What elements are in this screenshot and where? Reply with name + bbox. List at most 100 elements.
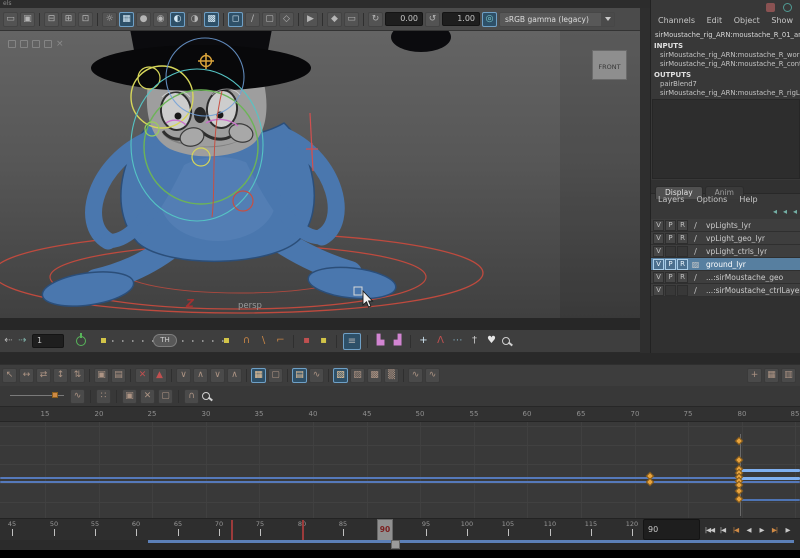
display-density-slider[interactable] — [10, 391, 64, 401]
range-slider[interactable] — [0, 540, 800, 550]
smooth-shade-all-icon[interactable]: ● — [136, 11, 151, 27]
layer-row[interactable]: V P R ∕ vpLight_geo_lyr — [651, 232, 800, 245]
layer-menu-options[interactable]: Options — [696, 195, 727, 207]
layer-display-type-toggle[interactable]: R — [677, 219, 688, 231]
power-toggle-icon[interactable] — [76, 333, 86, 346]
layer-display-type-toggle[interactable]: R — [677, 271, 688, 283]
layer-playback-toggle[interactable]: P — [665, 271, 676, 283]
step-tangents-icon[interactable]: ▦ — [251, 368, 266, 383]
gamma-toggle-icon[interactable]: ↺ — [425, 11, 440, 27]
character-picker-icon[interactable]: † — [468, 333, 481, 349]
layer-display-type-toggle[interactable] — [677, 284, 688, 296]
loop-selection-icon[interactable]: ∩ — [184, 388, 199, 404]
pre-infinity-cycle-icon[interactable]: ∿ — [408, 368, 423, 383]
sync-icon[interactable] — [783, 3, 792, 12]
layer-playback-toggle[interactable]: P — [665, 232, 676, 244]
step-forward-frame-button[interactable]: ▶ — [781, 520, 794, 540]
stacked-view-icon[interactable]: ▥ — [781, 368, 796, 383]
tween-machine-icon[interactable]: ≡ — [343, 332, 361, 350]
snap-keys-icon[interactable]: ▩ — [367, 368, 382, 383]
insert-keys-icon[interactable]: ⇅ — [70, 368, 85, 383]
add-new-layer-icon[interactable]: ◂ — [793, 207, 797, 218]
keyframe-tick[interactable] — [231, 520, 233, 540]
shadows-display-icon[interactable]: ◑ — [187, 11, 202, 27]
layer-row[interactable]: V ∕ vpLight_ctrls_lyr — [651, 245, 800, 258]
keyframe-diamond[interactable] — [645, 477, 655, 487]
panel-single-pane-icon[interactable]: ▭ — [3, 11, 18, 27]
linear-tangents-icon[interactable]: ∨ — [210, 368, 225, 383]
layer-type-icon[interactable]: ∕ — [689, 220, 702, 231]
scale-keys-icon[interactable]: ⇄ — [36, 368, 51, 383]
anim-curve[interactable] — [740, 468, 800, 472]
go-to-range-start-button[interactable]: |◀◀ — [703, 520, 716, 540]
input-connection[interactable]: sirMoustache_rig_ARN:moustache_R_world_i… — [651, 51, 800, 60]
layer-display-type-toggle[interactable]: R — [677, 258, 688, 270]
time-snap-icon[interactable]: ▧ — [333, 368, 348, 383]
layer-row[interactable]: V P R ∕ vpLights_lyr — [651, 219, 800, 232]
channel-box-menu-object[interactable]: Object — [734, 16, 760, 29]
shelf-scroll-left-icon[interactable]: ⇠ — [2, 333, 15, 349]
step-back-frame-button[interactable]: |◀ — [716, 520, 729, 540]
layer-name[interactable]: vpLights_lyr — [703, 221, 751, 230]
anim-curve[interactable] — [740, 476, 800, 480]
screen-space-ao-icon[interactable]: ▩ — [204, 11, 219, 27]
layer-playback-toggle[interactable] — [665, 284, 676, 296]
isolate-select-icon[interactable]: ◻ — [228, 11, 243, 27]
layer-visibility-toggle[interactable]: V — [653, 258, 664, 270]
bookmark-view-icon[interactable]: ◇ — [279, 11, 294, 27]
ghost-keys-icon[interactable]: ▒ — [384, 368, 399, 383]
hud-close-icon[interactable]: × — [56, 39, 64, 49]
image-plane-icon[interactable]: ▭ — [344, 11, 359, 27]
layer-name[interactable]: ground_lyr — [703, 260, 746, 269]
move-keys-tool-icon[interactable]: ↖ — [2, 368, 17, 383]
use-all-lights-icon[interactable]: ◐ — [170, 11, 185, 27]
layer-menu-help[interactable]: Help — [739, 195, 757, 207]
channel-box-menu-channels[interactable]: Channels — [658, 16, 695, 29]
layer-visibility-toggle[interactable]: V — [653, 245, 664, 257]
textured-display-icon[interactable]: ◉ — [153, 11, 168, 27]
layer-playback-toggle[interactable]: P — [665, 219, 676, 231]
camera-attributes-icon[interactable]: ▢ — [262, 11, 277, 27]
range-slider-handle[interactable] — [391, 540, 400, 549]
tween-slider-handle[interactable]: TH — [153, 334, 177, 347]
layer-menu-layers[interactable]: Layers — [658, 195, 684, 207]
tangent-stepped-icon[interactable]: ⌐ — [274, 333, 287, 349]
layout-two-pane-icon[interactable]: ⊟ — [44, 11, 59, 27]
current-time-field[interactable]: 90 — [643, 519, 700, 540]
normalize-curves-icon[interactable]: ▦ — [764, 368, 779, 383]
layout-three-pane-icon[interactable]: ⊞ — [61, 11, 76, 27]
exposure-field[interactable]: 0.00 — [385, 12, 423, 26]
wireframe-display-icon[interactable]: ▦ — [119, 11, 134, 27]
layer-name[interactable]: ...:sirMoustache_ctrlLayer — [703, 286, 800, 295]
output-connection[interactable]: pairBlend7 — [651, 80, 800, 89]
overflow-menu-icon[interactable]: ⋯ — [451, 333, 464, 349]
channel-box-menu-edit[interactable]: Edit — [707, 16, 723, 29]
flat-tangents-icon[interactable]: ∧ — [227, 368, 242, 383]
channel-box-body[interactable] — [652, 99, 800, 179]
break-tangents-icon[interactable]: ✕ — [135, 368, 150, 383]
channel-box-menu-show[interactable]: Show — [771, 16, 793, 29]
exposure-toggle-icon[interactable]: ↻ — [368, 11, 383, 27]
copy-keys-icon[interactable]: ▣ — [122, 388, 137, 404]
studio-library-icon[interactable]: ▙ — [374, 333, 387, 349]
layer-type-icon[interactable]: ∕ — [689, 272, 702, 283]
motion-trail-icon[interactable]: + — [417, 333, 430, 349]
layer-visibility-toggle[interactable]: V — [653, 271, 664, 283]
layer-playback-toggle[interactable]: P — [665, 258, 676, 270]
stacked-curves-icon[interactable]: ∷ — [96, 388, 111, 404]
step-back-key-button[interactable]: |◀ — [729, 520, 742, 540]
stereo-display-icon[interactable]: ◆ — [327, 11, 342, 27]
toggle-playback-layers-icon[interactable]: ◂ — [783, 207, 787, 218]
frame-all-icon[interactable]: ▣ — [94, 368, 109, 383]
channel-box-node-name[interactable]: sirMoustache_rig_ARN:moustache_R_01_anim… — [651, 31, 800, 39]
pose-library-icon[interactable]: ▟ — [391, 333, 404, 349]
search-icon[interactable] — [502, 337, 510, 345]
range-slider-bar[interactable] — [148, 540, 794, 543]
shelf-scroll-right-icon[interactable]: ⇢ — [16, 333, 29, 349]
tangent-linear-icon[interactable]: \ — [257, 333, 270, 349]
paste-keys-icon[interactable]: ▢ — [158, 388, 173, 404]
anim-curve[interactable] — [740, 499, 800, 501]
output-connection[interactable]: sirMoustache_rig_ARN:moustache_R_rigLaye… — [651, 89, 800, 98]
play-forwards-button[interactable]: ▶ — [755, 520, 768, 540]
translate-keys-icon[interactable]: ↔ — [19, 368, 34, 383]
